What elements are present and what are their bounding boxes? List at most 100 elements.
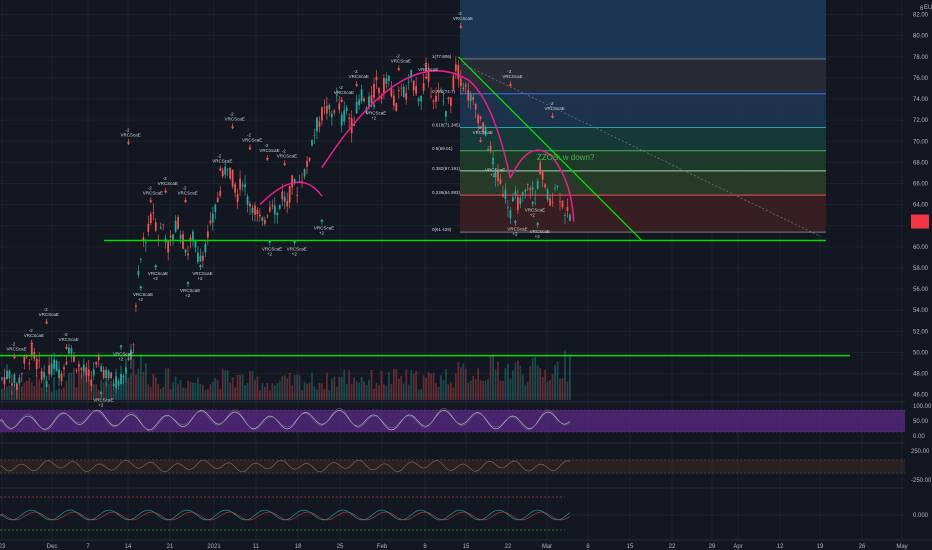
signal-label: VRCScaE <box>178 190 198 195</box>
volume-bar <box>209 384 212 400</box>
volume-bar <box>330 378 333 400</box>
candle-body <box>529 188 532 190</box>
time-tick-label: Feb <box>377 544 388 550</box>
price-tick-label: 82.00 <box>913 13 929 19</box>
volume-bar <box>182 387 184 400</box>
candle-body <box>296 194 299 196</box>
volume-bar <box>266 382 269 400</box>
volume-bar <box>236 374 239 400</box>
rsi-tick-label: 0.00 <box>913 434 925 440</box>
candle-body <box>192 231 194 241</box>
candle-body <box>231 169 234 187</box>
candle-body <box>387 75 390 81</box>
candle-body <box>345 107 348 111</box>
volume-bar <box>459 367 462 400</box>
candle-body <box>569 215 571 221</box>
signal-label: VRCScaE <box>334 90 354 95</box>
price-tick-label: 74.00 <box>913 97 929 103</box>
candle-body <box>100 366 103 372</box>
time-tick-label: May <box>896 544 907 550</box>
candle-body <box>328 104 331 110</box>
price-tick-label: 76.00 <box>913 76 929 82</box>
volume-bar <box>38 379 41 400</box>
price-axis[interactable]: 82.00 80.00 78.00 76.00 74.00 72.00 70.00 68.00… <box>905 0 932 540</box>
signal-label: VRCScaE <box>473 130 493 135</box>
candle-body <box>35 358 38 370</box>
volume-bar <box>387 371 390 400</box>
volume-bar <box>479 380 482 400</box>
volume-bar <box>442 379 445 400</box>
volume-bar <box>63 387 65 400</box>
volume-bar <box>216 380 219 400</box>
volume-bar <box>234 387 237 400</box>
time-tick-label: Dec <box>47 544 58 550</box>
volume-bar <box>197 377 199 400</box>
volume-bar <box>422 375 425 400</box>
volume-bar <box>177 383 179 400</box>
volume-bar <box>360 377 363 400</box>
time-tick-label: 15 <box>627 544 634 550</box>
candle-body <box>102 369 105 378</box>
osc2-tick-label: 250.00 <box>911 449 930 455</box>
time-tick-label: 22 <box>669 544 676 550</box>
volume-bar <box>308 382 311 400</box>
candle-body <box>58 369 60 379</box>
candle-body <box>464 84 467 87</box>
candle-body <box>187 253 189 256</box>
volume-bar <box>23 382 26 400</box>
volume-bar <box>412 373 415 400</box>
volume-bar <box>28 377 31 400</box>
candle-body <box>360 89 363 102</box>
volume-bar <box>526 381 529 400</box>
osc2-band <box>0 460 905 473</box>
candle-body <box>422 83 425 91</box>
candle-body <box>268 207 271 212</box>
candle-body <box>216 197 219 202</box>
volume-bar <box>432 372 435 400</box>
volume-bar <box>516 360 519 400</box>
volume-bar <box>187 380 189 400</box>
candle-body <box>6 370 8 380</box>
volume-bar <box>321 383 323 400</box>
chart-canvas[interactable]: 1(77.806)0.786(74.7)0.618(71.345)0.5(69.… <box>0 0 932 550</box>
candle-body <box>241 184 244 187</box>
volume-bar <box>402 383 405 400</box>
volume-bar <box>239 374 241 400</box>
candle-body <box>539 162 542 175</box>
candle-body <box>395 103 398 111</box>
time-tick-label: 29 <box>709 544 716 550</box>
volume-bar <box>144 363 147 400</box>
volume-bar <box>531 358 534 400</box>
candle-body <box>524 189 527 192</box>
fib-level-label: 0.5(69.01) <box>432 146 453 151</box>
candle-body <box>82 364 85 372</box>
candle-body <box>177 216 179 229</box>
price-tick-label: 52.00 <box>913 329 929 335</box>
volume-bar <box>58 388 60 400</box>
volume-bar <box>75 387 78 400</box>
time-tick-label: 19 <box>817 544 824 550</box>
volume-bar <box>139 354 142 400</box>
candle-body <box>400 87 403 89</box>
signal-label: VRCScaE <box>158 181 178 186</box>
candle-body <box>430 96 432 98</box>
time-axis[interactable]: 23 Dec 7 14 21 2021 11 18 25 Feb 8 15 22 Mar 8 15 22 29 Ap… <box>0 539 932 550</box>
volume-bar <box>462 363 465 400</box>
signal-count: +2 <box>138 297 144 302</box>
volume-bar <box>25 380 28 400</box>
volume-bar <box>556 361 559 400</box>
volume-bar <box>427 371 430 400</box>
volume-bar <box>340 376 343 400</box>
candle-body <box>179 235 182 239</box>
candle-body <box>154 222 157 231</box>
volume-bar <box>219 389 222 400</box>
candle-body <box>95 361 98 365</box>
candle-body <box>209 220 212 224</box>
volume-bar <box>73 367 75 400</box>
volume-bar <box>152 373 155 400</box>
fib-zone <box>460 93 826 128</box>
candle-body <box>45 381 48 388</box>
price-tick-label: 72.00 <box>913 118 929 124</box>
candle-body <box>514 191 517 195</box>
candle-body <box>420 95 423 102</box>
